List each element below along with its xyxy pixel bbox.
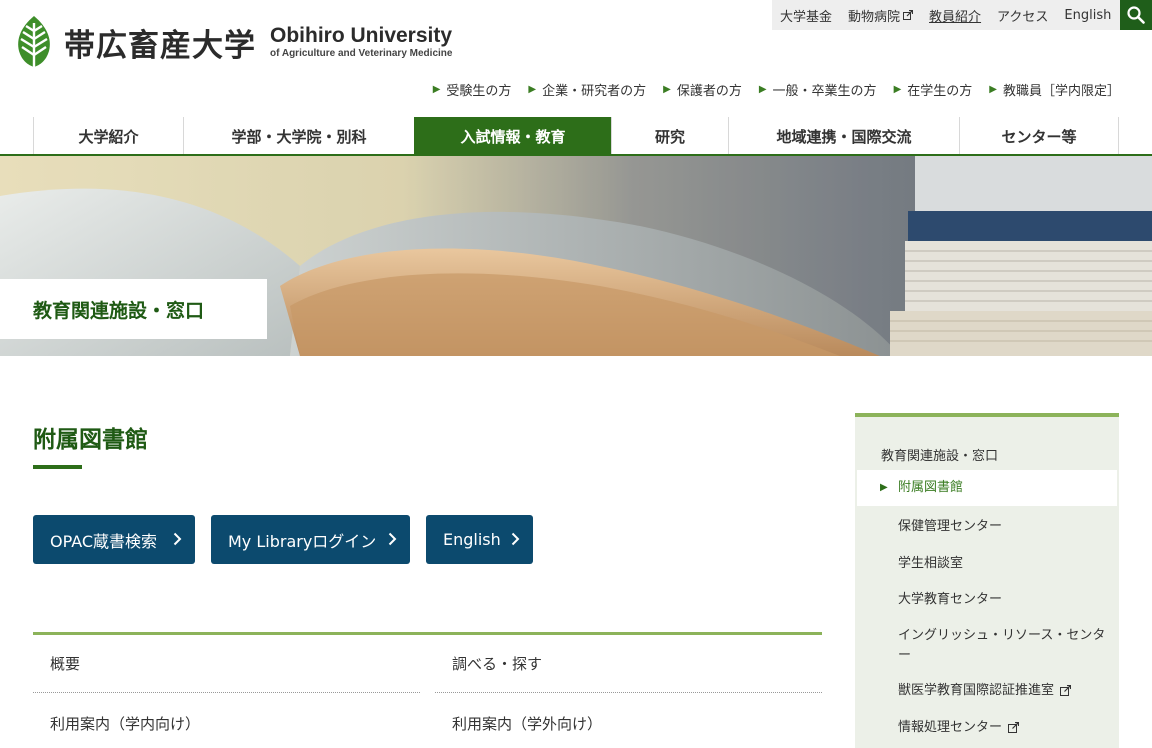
sidebar-item-it-center[interactable]: 情報処理センター — [857, 718, 1117, 738]
global-nav: 大学紹介 学部・大学院・別科 入試情報・教育 研究 地域連携・国際交流 センター… — [33, 117, 1119, 155]
utility-link-fund[interactable]: 大学基金 — [780, 6, 832, 25]
audience-link-staff[interactable]: ▶ 教職員［学内限定］ — [989, 80, 1120, 99]
external-link-icon — [1008, 722, 1020, 733]
chevron-right-icon — [511, 532, 520, 546]
triangle-right-icon: ▶ — [663, 84, 671, 95]
english-button[interactable]: English — [426, 515, 533, 564]
hero-banner: 教育関連施設・窓口 — [0, 156, 1152, 356]
nav-admissions-education[interactable]: 入試情報・教育 — [414, 117, 611, 155]
sidebar-item-education-center[interactable]: 大学教育センター — [857, 590, 1117, 610]
sidebar-item-label: 保健管理センター — [898, 519, 1003, 534]
audience-link-label: 一般・卒業生の方 — [772, 84, 877, 99]
nav-about[interactable]: 大学紹介 — [33, 117, 183, 155]
utility-nav: 大学基金 動物病院 教員紹介 アクセス English — [772, 0, 1120, 30]
logo-english-name: Obihiro University of Agriculture and Ve… — [270, 23, 453, 60]
my-library-login-button[interactable]: My Libraryログイン — [211, 515, 410, 564]
external-link-icon — [903, 10, 914, 20]
search-icon — [1127, 6, 1145, 24]
nav-regional-international[interactable]: 地域連携・国際交流 — [728, 117, 959, 155]
triangle-right-icon: ▶ — [432, 84, 441, 95]
site-logo[interactable]: 帯広畜産大学 Obihiro University of Agriculture… — [16, 15, 452, 69]
audience-link-public[interactable]: ▶ 一般・卒業生の方 — [759, 80, 877, 99]
sidebar-item-label: 大学教育センター — [898, 592, 1003, 607]
utility-link-label: アクセス — [997, 9, 1049, 25]
utility-link-english[interactable]: English — [1064, 8, 1111, 23]
triangle-right-icon: ▶ — [528, 84, 537, 95]
sidebar-item-label: 学生相談室 — [898, 556, 964, 571]
link-guide-external[interactable]: 利用案内（学外向け） — [435, 694, 822, 748]
button-label: OPAC蔵書検索 — [50, 531, 158, 551]
audience-link-label: 在学生の方 — [907, 84, 973, 99]
sidebar-item-label: イングリッシュ・リソース・センター — [898, 628, 1106, 663]
sidebar-heading[interactable]: 教育関連施設・窓口 — [881, 445, 998, 464]
link-search[interactable]: 調べる・探す — [435, 635, 822, 693]
logo-english-sub: of Agriculture and Veterinary Medicine — [270, 47, 453, 59]
sidebar-item-health-center[interactable]: 保健管理センター — [857, 517, 1117, 537]
sidebar-item-label: 附属図書館 — [898, 480, 964, 495]
triangle-right-icon: ▶ — [893, 84, 902, 95]
sidebar-item-label: 獣医学教育国際認証推進室 — [898, 683, 1055, 698]
audience-link-label: 教職員［学内限定］ — [1002, 84, 1120, 99]
utility-link-animal-hospital[interactable]: 動物病院 — [848, 6, 914, 25]
sidebar-item-label: 情報処理センター — [898, 720, 1003, 735]
audience-link-students[interactable]: ▶ 在学生の方 — [894, 80, 973, 99]
button-label: My Libraryログイン — [228, 531, 377, 551]
search-button[interactable] — [1120, 0, 1152, 30]
triangle-right-icon: ▶ — [880, 482, 888, 493]
title-underline — [33, 465, 82, 469]
nav-research[interactable]: 研究 — [611, 117, 728, 155]
button-label: English — [443, 530, 501, 549]
audience-link-parents[interactable]: ▶ 保護者の方 — [663, 80, 742, 99]
utility-link-label: 動物病院 — [848, 9, 901, 25]
audience-link-label: 企業・研究者の方 — [542, 84, 647, 99]
triangle-right-icon: ▶ — [989, 84, 997, 95]
opac-search-button[interactable]: OPAC蔵書検索 — [33, 515, 195, 564]
chevron-right-icon — [388, 532, 397, 546]
sidebar-item-library[interactable]: ▶ 附属図書館 — [857, 470, 1117, 506]
nav-faculties[interactable]: 学部・大学院・別科 — [183, 117, 414, 155]
link-overview[interactable]: 概要 — [33, 635, 420, 693]
logo-english-main: Obihiro University — [270, 23, 453, 47]
utility-link-faculty[interactable]: 教員紹介 — [929, 6, 981, 25]
utility-link-label: 教員紹介 — [929, 9, 982, 25]
leaf-icon — [18, 16, 50, 68]
audience-link-label: 保護者の方 — [676, 84, 742, 99]
utility-link-access[interactable]: アクセス — [997, 6, 1048, 25]
link-guide-internal[interactable]: 利用案内（学内向け） — [33, 694, 420, 748]
logo-japanese-name: 帯広畜産大学 — [64, 27, 256, 64]
sidebar-item-vet-accreditation[interactable]: 獣医学教育国際認証推進室 — [857, 681, 1117, 701]
triangle-right-icon: ▶ — [758, 84, 767, 95]
sidebar-item-counseling[interactable]: 学生相談室 — [857, 554, 1117, 574]
audience-link-applicants[interactable]: ▶ 受験生の方 — [433, 80, 512, 99]
external-link-icon — [1060, 685, 1072, 696]
chevron-right-icon — [173, 532, 182, 546]
utility-link-label: 大学基金 — [780, 9, 833, 25]
audience-nav: ▶ 受験生の方 ▶ 企業・研究者の方 ▶ 保護者の方 ▶ 一般・卒業生の方 ▶ 在学生の方… — [416, 80, 1120, 99]
sidebar-item-english-resource[interactable]: イングリッシュ・リソース・センター — [857, 626, 1117, 666]
page-title: 附属図書館 — [33, 427, 148, 453]
utility-link-label: English — [1064, 7, 1112, 23]
audience-link-companies[interactable]: ▶ 企業・研究者の方 — [528, 80, 646, 99]
audience-link-label: 受験生の方 — [446, 84, 512, 99]
hero-title: 教育関連施設・窓口 — [0, 279, 267, 339]
sidebar: 教育関連施設・窓口 ▶ 附属図書館 保健管理センター 学生相談室 大学教育センタ… — [855, 413, 1119, 748]
nav-centers[interactable]: センター等 — [959, 117, 1119, 155]
